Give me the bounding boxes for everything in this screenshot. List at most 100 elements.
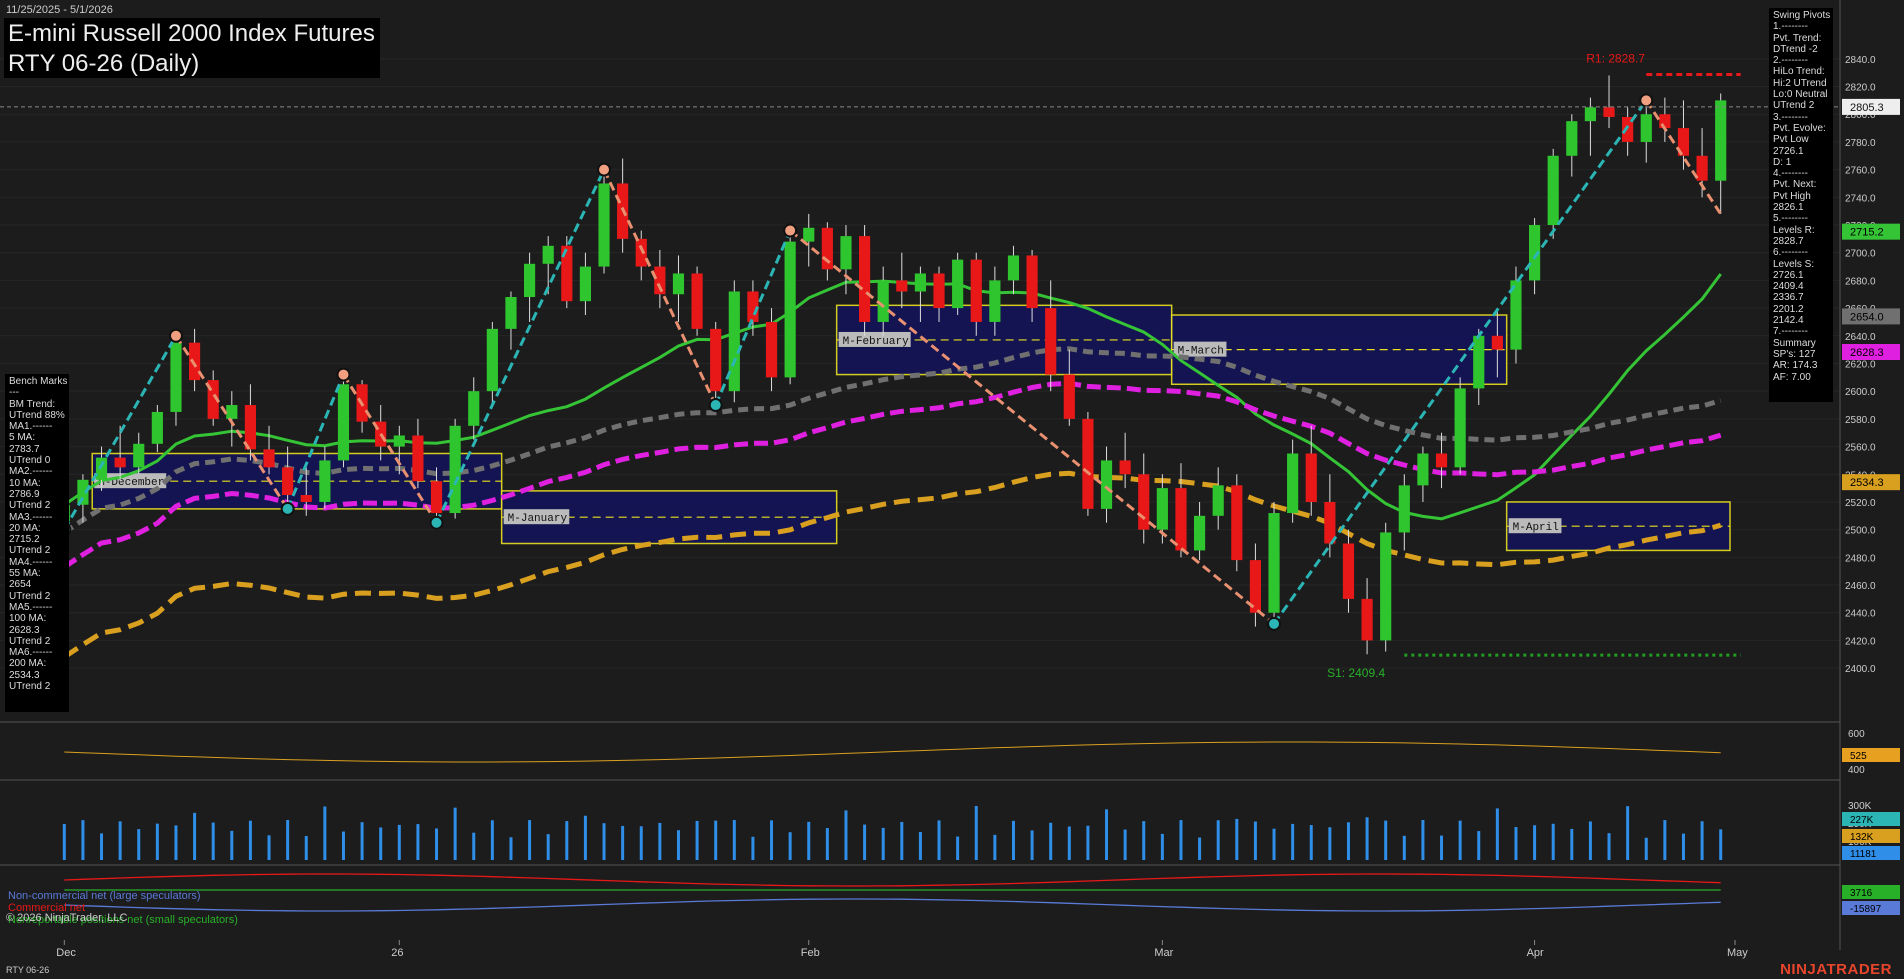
oscillator-tag: 525 <box>1850 751 1867 762</box>
volume-bar <box>137 829 141 860</box>
volume-bar <box>490 820 494 860</box>
volume-bar <box>211 822 215 860</box>
volume-bar <box>1253 821 1257 860</box>
volume-bar <box>472 832 476 860</box>
volume-bar <box>881 827 885 860</box>
candle-body <box>337 384 350 461</box>
volume-bar <box>676 830 680 860</box>
volume-bar <box>1086 825 1090 860</box>
candle-body <box>1007 255 1020 281</box>
pivot-marker <box>1639 93 1654 108</box>
volume-bar <box>286 820 290 860</box>
candle-body <box>1603 107 1615 118</box>
candle-body <box>542 245 554 264</box>
volume-bar <box>1681 833 1685 860</box>
volume-bar <box>453 807 457 860</box>
candle-body <box>1119 460 1131 475</box>
volume-bar <box>1049 822 1053 860</box>
swing-pivots-panel: Swing Pivots 1.-------- Pvt. Trend: DTre… <box>1769 8 1833 402</box>
candle-body <box>1212 485 1224 516</box>
volume-tag: 132K <box>1850 832 1874 843</box>
monthly-box-label: M-April <box>1513 522 1559 534</box>
volume-bar <box>770 820 774 860</box>
candle-body <box>393 435 405 447</box>
volume-bar <box>267 835 271 860</box>
price-chart[interactable]: M-DecemberM-JanuaryM-FebruaryM-MarchM-Ap… <box>0 0 1904 979</box>
volume-bar <box>844 810 848 860</box>
candle-body <box>821 227 833 270</box>
volume-bar <box>565 821 569 860</box>
volume-bar <box>1067 826 1071 860</box>
candle-body <box>1138 474 1150 530</box>
candle-body <box>1361 598 1373 641</box>
volume-bar <box>1719 829 1723 860</box>
volume-bar <box>974 806 978 860</box>
volume-bar <box>193 812 197 860</box>
volume-bar <box>397 824 401 860</box>
x-tick-label: May <box>1727 947 1748 959</box>
volume-bar <box>1644 837 1648 860</box>
volume-bar <box>993 834 997 860</box>
candle-body <box>505 297 517 329</box>
candle-body <box>1231 485 1243 561</box>
volume-bar <box>900 821 904 860</box>
volume-bar <box>714 820 718 860</box>
oscillator-tick: 600 <box>1848 729 1865 740</box>
x-tick-label: 26 <box>391 947 403 959</box>
volume-bar <box>807 821 811 860</box>
candle-body <box>263 449 275 468</box>
volume-bar <box>583 815 587 860</box>
monthly-box-label: M-February <box>843 336 909 348</box>
y-tick-label: 2400.0 <box>1845 664 1876 675</box>
candle-body <box>1045 308 1057 375</box>
y-tick-label: 2440.0 <box>1845 609 1876 620</box>
candle-body <box>524 263 536 298</box>
volume-bar <box>416 824 420 860</box>
volume-bar <box>1588 821 1592 860</box>
volume-bar <box>918 832 922 860</box>
candle-body <box>300 495 312 502</box>
volume-bar <box>1458 820 1462 860</box>
volume-bar <box>341 831 345 860</box>
candle-body <box>1659 114 1671 129</box>
copyright: © 2026 NinjaTrader, LLC <box>6 912 128 924</box>
volume-bar <box>1179 820 1183 860</box>
volume-bar <box>1440 835 1444 860</box>
monthly-box-label: M-January <box>508 513 568 525</box>
cot-tag: -15897 <box>1850 904 1882 915</box>
y-tick-label: 2560.0 <box>1845 443 1876 454</box>
price-tag: 2805.3 <box>1850 102 1884 114</box>
volume-bar <box>825 828 829 860</box>
volume-tag: 227K <box>1850 815 1874 826</box>
candle-body <box>1435 453 1448 468</box>
volume-bar <box>695 820 699 860</box>
volume-bar <box>62 824 66 860</box>
volume-bar <box>1570 828 1574 860</box>
volume-bar <box>1700 821 1704 860</box>
volume-bar <box>1309 825 1313 860</box>
candle-body <box>896 280 908 292</box>
y-tick-label: 2760.0 <box>1845 166 1876 177</box>
date-range: 11/25/2025 - 5/1/2026 <box>6 4 113 16</box>
candle-body <box>1063 374 1075 419</box>
volume-bar <box>1384 820 1388 860</box>
volume-bar <box>1030 830 1034 860</box>
y-tick-label: 2420.0 <box>1845 636 1876 647</box>
y-tick-label: 2640.0 <box>1845 332 1876 343</box>
y-tick-label: 2620.0 <box>1845 359 1876 370</box>
y-tick-label: 2840.0 <box>1845 55 1876 66</box>
volume-bar <box>155 823 159 860</box>
candle-body <box>914 273 926 292</box>
candle-body <box>151 411 163 444</box>
candle-body <box>1454 388 1466 468</box>
candle-body <box>412 435 424 482</box>
candle-body <box>691 273 703 329</box>
volume-bar <box>602 823 606 860</box>
x-tick-label: Dec <box>56 947 76 959</box>
candle-body <box>282 467 294 496</box>
candle-body <box>970 259 982 322</box>
y-tick-label: 2600.0 <box>1845 387 1876 398</box>
volume-bar <box>863 824 867 860</box>
candle-body <box>468 391 480 426</box>
candle-body <box>430 481 443 514</box>
